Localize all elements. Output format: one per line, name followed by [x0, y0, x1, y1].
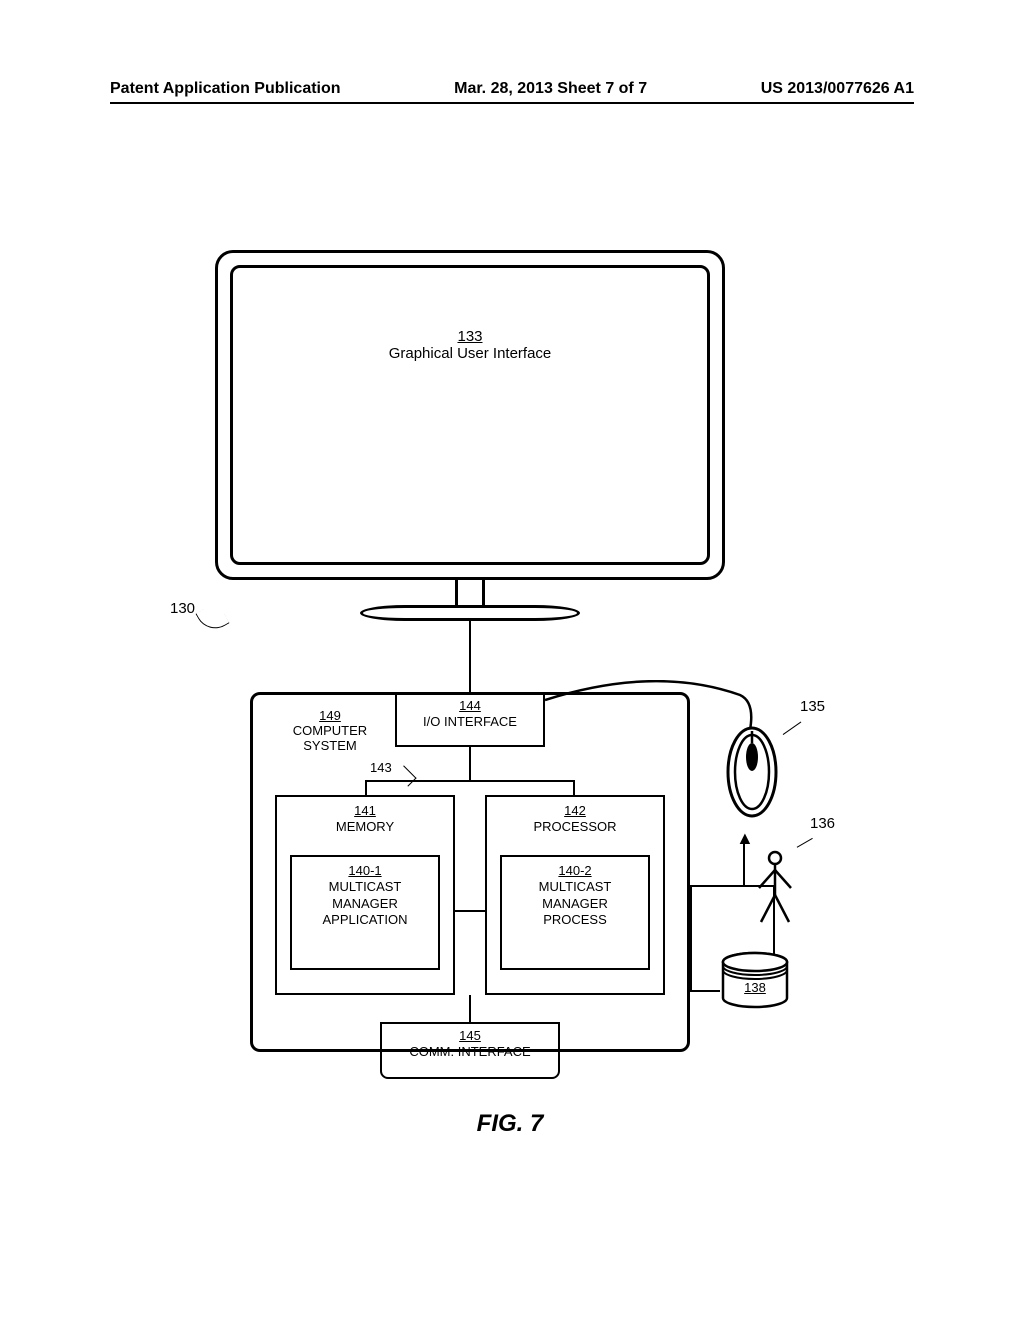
gui-ref: 133 — [233, 328, 707, 345]
bus-ref: 143 — [370, 760, 392, 775]
header-rule — [110, 102, 914, 104]
bus-segment — [365, 780, 575, 782]
mouse-icon — [725, 725, 780, 820]
gui-label: Graphical User Interface — [389, 345, 552, 362]
page-header: Patent Application Publication Mar. 28, … — [0, 80, 1024, 98]
mouse-callout: 135 — [800, 698, 825, 715]
connector-line — [690, 990, 720, 992]
app-label-1: MULTICAST — [329, 879, 402, 894]
monitor-bezel: 133 Graphical User Interface — [215, 250, 725, 580]
monitor-neck — [455, 580, 485, 608]
memory-ref: 141 — [277, 803, 453, 819]
gui-block: 133 Graphical User Interface — [233, 328, 707, 362]
computer-system-ref: 149 — [270, 708, 390, 723]
io-interface-box: 144 I/O INTERFACE — [395, 692, 545, 747]
io-ref: 144 — [397, 698, 543, 714]
bus-segment — [455, 910, 485, 912]
bus-segment — [469, 995, 471, 1022]
process-ref: 140-2 — [502, 863, 648, 879]
processor-ref: 142 — [487, 803, 663, 819]
header-right: US 2013/0077626 A1 — [761, 80, 914, 98]
bus-segment — [365, 780, 367, 795]
multicast-app-box: 140-1 MULTICAST MANAGER APPLICATION — [290, 855, 440, 970]
connector-line — [690, 885, 692, 992]
process-label-3: PROCESS — [543, 912, 607, 927]
arrow-up-icon: ▲ — [736, 828, 754, 849]
processor-label: PROCESSOR — [533, 819, 616, 834]
monitor-cable — [469, 620, 471, 693]
person-icon — [755, 850, 795, 925]
monitor-base — [360, 605, 580, 621]
bus-segment — [469, 747, 471, 780]
monitor-screen: 133 Graphical User Interface — [230, 265, 710, 565]
header-center: Mar. 28, 2013 Sheet 7 of 7 — [454, 80, 647, 98]
app-label-2: MANAGER — [332, 896, 398, 911]
monitor-callout: 130 — [170, 600, 195, 617]
app-ref: 140-1 — [292, 863, 438, 879]
io-label: I/O INTERFACE — [423, 714, 517, 729]
mouse-cable — [545, 680, 755, 730]
comm-ref: 145 — [382, 1028, 558, 1044]
comm-label: COMM. INTERFACE — [409, 1044, 530, 1059]
multicast-process-box: 140-2 MULTICAST MANAGER PROCESS — [500, 855, 650, 970]
monitor-leadline — [195, 601, 229, 635]
database-ref: 138 — [720, 980, 790, 995]
memory-label: MEMORY — [336, 819, 394, 834]
bus-segment — [573, 780, 575, 795]
process-label-2: MANAGER — [542, 896, 608, 911]
app-label-3: APPLICATION — [322, 912, 407, 927]
figure-caption: FIG. 7 — [185, 1110, 835, 1138]
process-label-1: MULTICAST — [539, 879, 612, 894]
computer-system-label: 149 COMPUTER SYSTEM — [270, 708, 390, 753]
user-callout: 136 — [810, 815, 835, 832]
comm-interface-box: 145 COMM. INTERFACE — [380, 1022, 560, 1079]
header-left: Patent Application Publication — [110, 80, 341, 98]
computer-system-text: COMPUTER SYSTEM — [293, 723, 367, 753]
